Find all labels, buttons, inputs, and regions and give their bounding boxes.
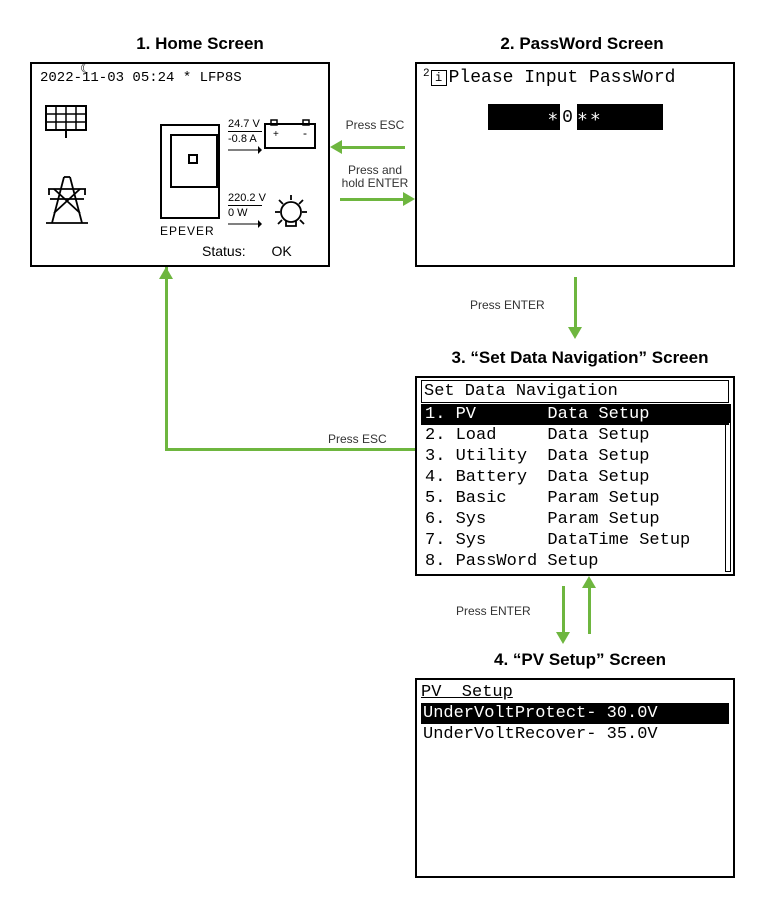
pv-header: PV Setup bbox=[421, 682, 729, 703]
screen3-title: 3. “Set Data Navigation” Screen bbox=[430, 348, 730, 368]
battery-icon: + - bbox=[263, 116, 318, 157]
nav-item-6[interactable]: 6. Sys Param Setup bbox=[421, 509, 729, 530]
output-reading: 220.2 V 0 W bbox=[228, 192, 266, 231]
pv-setup-screen: PV Setup UnderVoltProtect- 30.0VUnderVol… bbox=[415, 678, 735, 878]
pv-row-1[interactable]: UnderVoltProtect- 30.0V bbox=[421, 703, 729, 724]
grid-tower-icon bbox=[42, 169, 92, 229]
arrow-s3-to-s1-h-icon bbox=[165, 448, 415, 451]
left-icon-column bbox=[42, 102, 97, 234]
screen2-title: 2. PassWord Screen bbox=[452, 34, 712, 54]
password-screen: 2iPlease Input PassWord ∗0∗∗ bbox=[415, 62, 735, 267]
screen1-title: 1. Home Screen bbox=[90, 34, 310, 54]
arrow-s3-to-s1-v-icon bbox=[165, 267, 168, 450]
password-prompt-line: 2iPlease Input PassWord bbox=[423, 68, 727, 88]
label-press-enter-34: Press ENTER bbox=[456, 604, 531, 618]
battery-reading: 24.7 V -0.8 A bbox=[228, 118, 262, 157]
nav-menu-list[interactable]: 1. PV Data Setup2. Load Data Setup3. Uti… bbox=[421, 404, 729, 572]
output-voltage: 220.2 V bbox=[228, 192, 266, 204]
scrollbar-thumb[interactable] bbox=[726, 405, 730, 423]
pv-list[interactable]: UnderVoltProtect- 30.0VUnderVoltRecover-… bbox=[421, 703, 729, 745]
mask-left: ∗ bbox=[547, 108, 560, 128]
nav-item-8[interactable]: 8. PassWord Setup bbox=[421, 551, 729, 572]
label-press-esc-3: Press ESC bbox=[328, 432, 387, 446]
mask-right: ∗∗ bbox=[577, 108, 603, 128]
password-field[interactable]: ∗0∗∗ bbox=[488, 104, 663, 130]
nav-item-5[interactable]: 5. Basic Param Setup bbox=[421, 488, 729, 509]
pv-row-2[interactable]: UnderVoltRecover- 35.0V bbox=[421, 724, 729, 745]
svg-text:+: + bbox=[273, 129, 279, 140]
battery-current: -0.8 A bbox=[228, 133, 257, 145]
label-press-enter-23: Press ENTER bbox=[470, 298, 545, 312]
info-icon: i bbox=[431, 70, 447, 86]
footnote-2: 2 bbox=[423, 68, 430, 80]
nav-screen: Set Data Navigation 1. PV Data Setup2. L… bbox=[415, 376, 735, 576]
nav-item-2[interactable]: 2. Load Data Setup bbox=[421, 425, 729, 446]
arrow-s3-to-s1-tip-icon bbox=[159, 267, 173, 279]
solar-panel-icon bbox=[42, 102, 92, 142]
inverter-icon bbox=[160, 124, 220, 219]
svg-text:-: - bbox=[303, 126, 307, 140]
battery-voltage: 24.7 V bbox=[228, 118, 260, 130]
label-press-esc-1: Press ESC bbox=[335, 118, 415, 132]
brand-text: EPEVER bbox=[160, 224, 215, 238]
bulb-icon bbox=[269, 192, 314, 242]
screen4-title: 4. “PV Setup” Screen bbox=[450, 650, 710, 670]
nav-item-4[interactable]: 4. Battery Data Setup bbox=[421, 467, 729, 488]
moon-icon: ☾ bbox=[80, 60, 93, 77]
password-cursor[interactable]: 0 bbox=[560, 104, 577, 132]
status-value: OK bbox=[271, 243, 291, 259]
nav-header: Set Data Navigation bbox=[421, 380, 729, 403]
password-prompt: Please Input PassWord bbox=[449, 68, 676, 88]
nav-item-7[interactable]: 7. Sys DataTime Setup bbox=[421, 530, 729, 551]
home-screen: 2022-11-03 05:24 * LFP8S ☾ bbox=[30, 62, 330, 267]
scrollbar[interactable] bbox=[725, 404, 731, 572]
nav-item-3[interactable]: 3. Utility Data Setup bbox=[421, 446, 729, 467]
label-hold-enter: Press and hold ENTER bbox=[335, 164, 415, 190]
status-label: Status: bbox=[202, 243, 246, 259]
status-line: Status: OK bbox=[202, 243, 292, 259]
nav-item-1[interactable]: 1. PV Data Setup bbox=[421, 404, 729, 425]
output-power: 0 W bbox=[228, 207, 248, 219]
